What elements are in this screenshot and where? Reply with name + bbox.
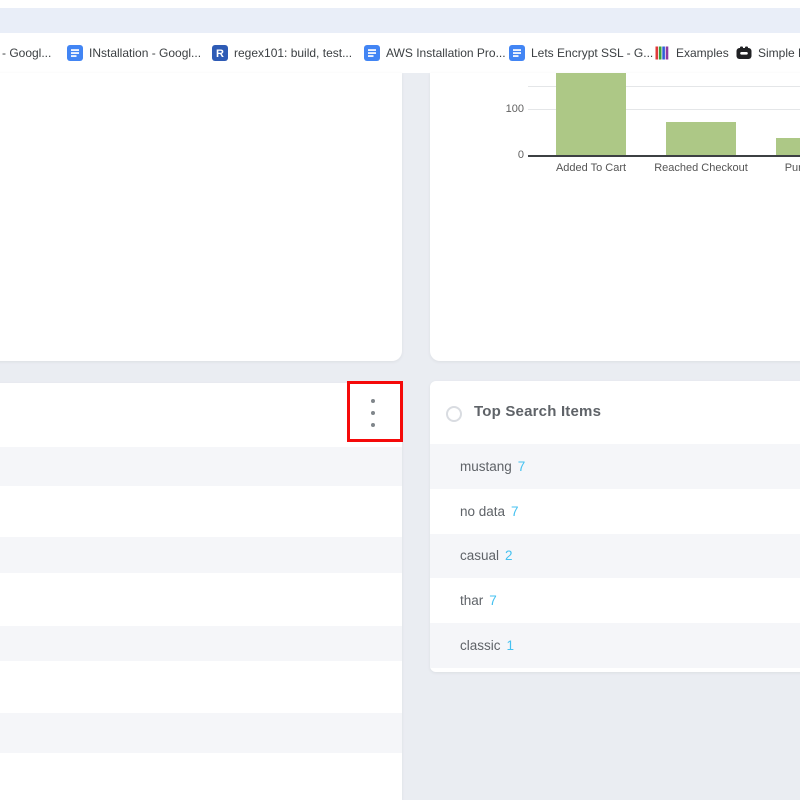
- bookmark-item[interactable]: Simple R: [736, 33, 800, 73]
- card-top-left: [0, 73, 402, 361]
- x-axis-line: [528, 155, 800, 157]
- browser-tab-strip: [0, 8, 800, 33]
- search-term: classic: [460, 638, 501, 653]
- search-count: 7: [518, 459, 526, 474]
- x-axis-label: Purchased: [746, 161, 800, 175]
- bookmark-item[interactable]: Lets Encrypt SSL - G...: [509, 33, 653, 73]
- bookmark-item[interactable]: INstallation - Googl...: [67, 33, 201, 73]
- search-item-row: thar 7: [430, 578, 800, 623]
- bookmark-label: Lets Encrypt SSL - G...: [531, 46, 653, 60]
- highlight-box: [347, 381, 403, 442]
- table-row: [0, 626, 402, 661]
- bookmark-label: INstallation - Googl...: [89, 46, 201, 60]
- circle-bullet-icon: [446, 406, 462, 422]
- search-item-row: mustang 7: [430, 444, 800, 489]
- window-top-edge: [0, 0, 800, 8]
- docs-icon: [364, 45, 380, 61]
- search-count: 7: [489, 593, 497, 608]
- bookmark-label: - Googl...: [2, 46, 51, 60]
- bookmark-item[interactable]: R regex101: build, test...: [212, 33, 352, 73]
- table-row: [0, 447, 402, 486]
- funnel-chart-card: 100 0 Added To Cart Reached Checkout Pur…: [430, 73, 800, 361]
- bookmark-label: regex101: build, test...: [234, 46, 352, 60]
- bookmark-item[interactable]: AWS Installation Pro...: [364, 33, 506, 73]
- docs-icon: [509, 45, 525, 61]
- search-count: 1: [507, 638, 515, 653]
- bookmark-item[interactable]: - Googl...: [2, 33, 51, 73]
- bookmark-label: AWS Installation Pro...: [386, 46, 506, 60]
- search-item-row: classic 1: [430, 623, 800, 668]
- search-item-row: no data 7: [430, 489, 800, 534]
- bookmarks-bar: - Googl... INstallation - Googl... R reg…: [0, 33, 800, 73]
- screenshot-stage: - Googl... INstallation - Googl... R reg…: [0, 0, 800, 800]
- bookmark-item[interactable]: Examples: [654, 33, 729, 73]
- table-row: [0, 537, 402, 573]
- y-axis-tick: 0: [488, 148, 524, 162]
- search-count: 7: [511, 504, 519, 519]
- table-card: [0, 383, 402, 800]
- bar-purchased[interactable]: [776, 138, 800, 156]
- table-row: [0, 713, 402, 753]
- top-search-items-card: Top Search Items mustang 7 no data 7 cas…: [430, 381, 800, 672]
- dark-camera-icon: [736, 45, 752, 61]
- card-header: Top Search Items: [430, 381, 800, 444]
- search-item-row: casual 2: [430, 534, 800, 579]
- search-term: mustang: [460, 459, 512, 474]
- bar-added-to-cart[interactable]: [556, 73, 626, 156]
- bookmark-label: Examples: [676, 46, 729, 60]
- docs-icon: [67, 45, 83, 61]
- search-term: no data: [460, 504, 505, 519]
- y-axis-tick: 100: [488, 102, 524, 116]
- svg-text:R: R: [216, 48, 224, 60]
- color-bars-icon: [654, 45, 670, 61]
- regex-r-icon: R: [212, 45, 228, 61]
- search-count: 2: [505, 548, 513, 563]
- search-term: thar: [460, 593, 483, 608]
- search-term: casual: [460, 548, 499, 563]
- bar-reached-checkout[interactable]: [666, 122, 736, 156]
- card-title: Top Search Items: [474, 403, 601, 420]
- bookmark-label: Simple R: [758, 46, 800, 60]
